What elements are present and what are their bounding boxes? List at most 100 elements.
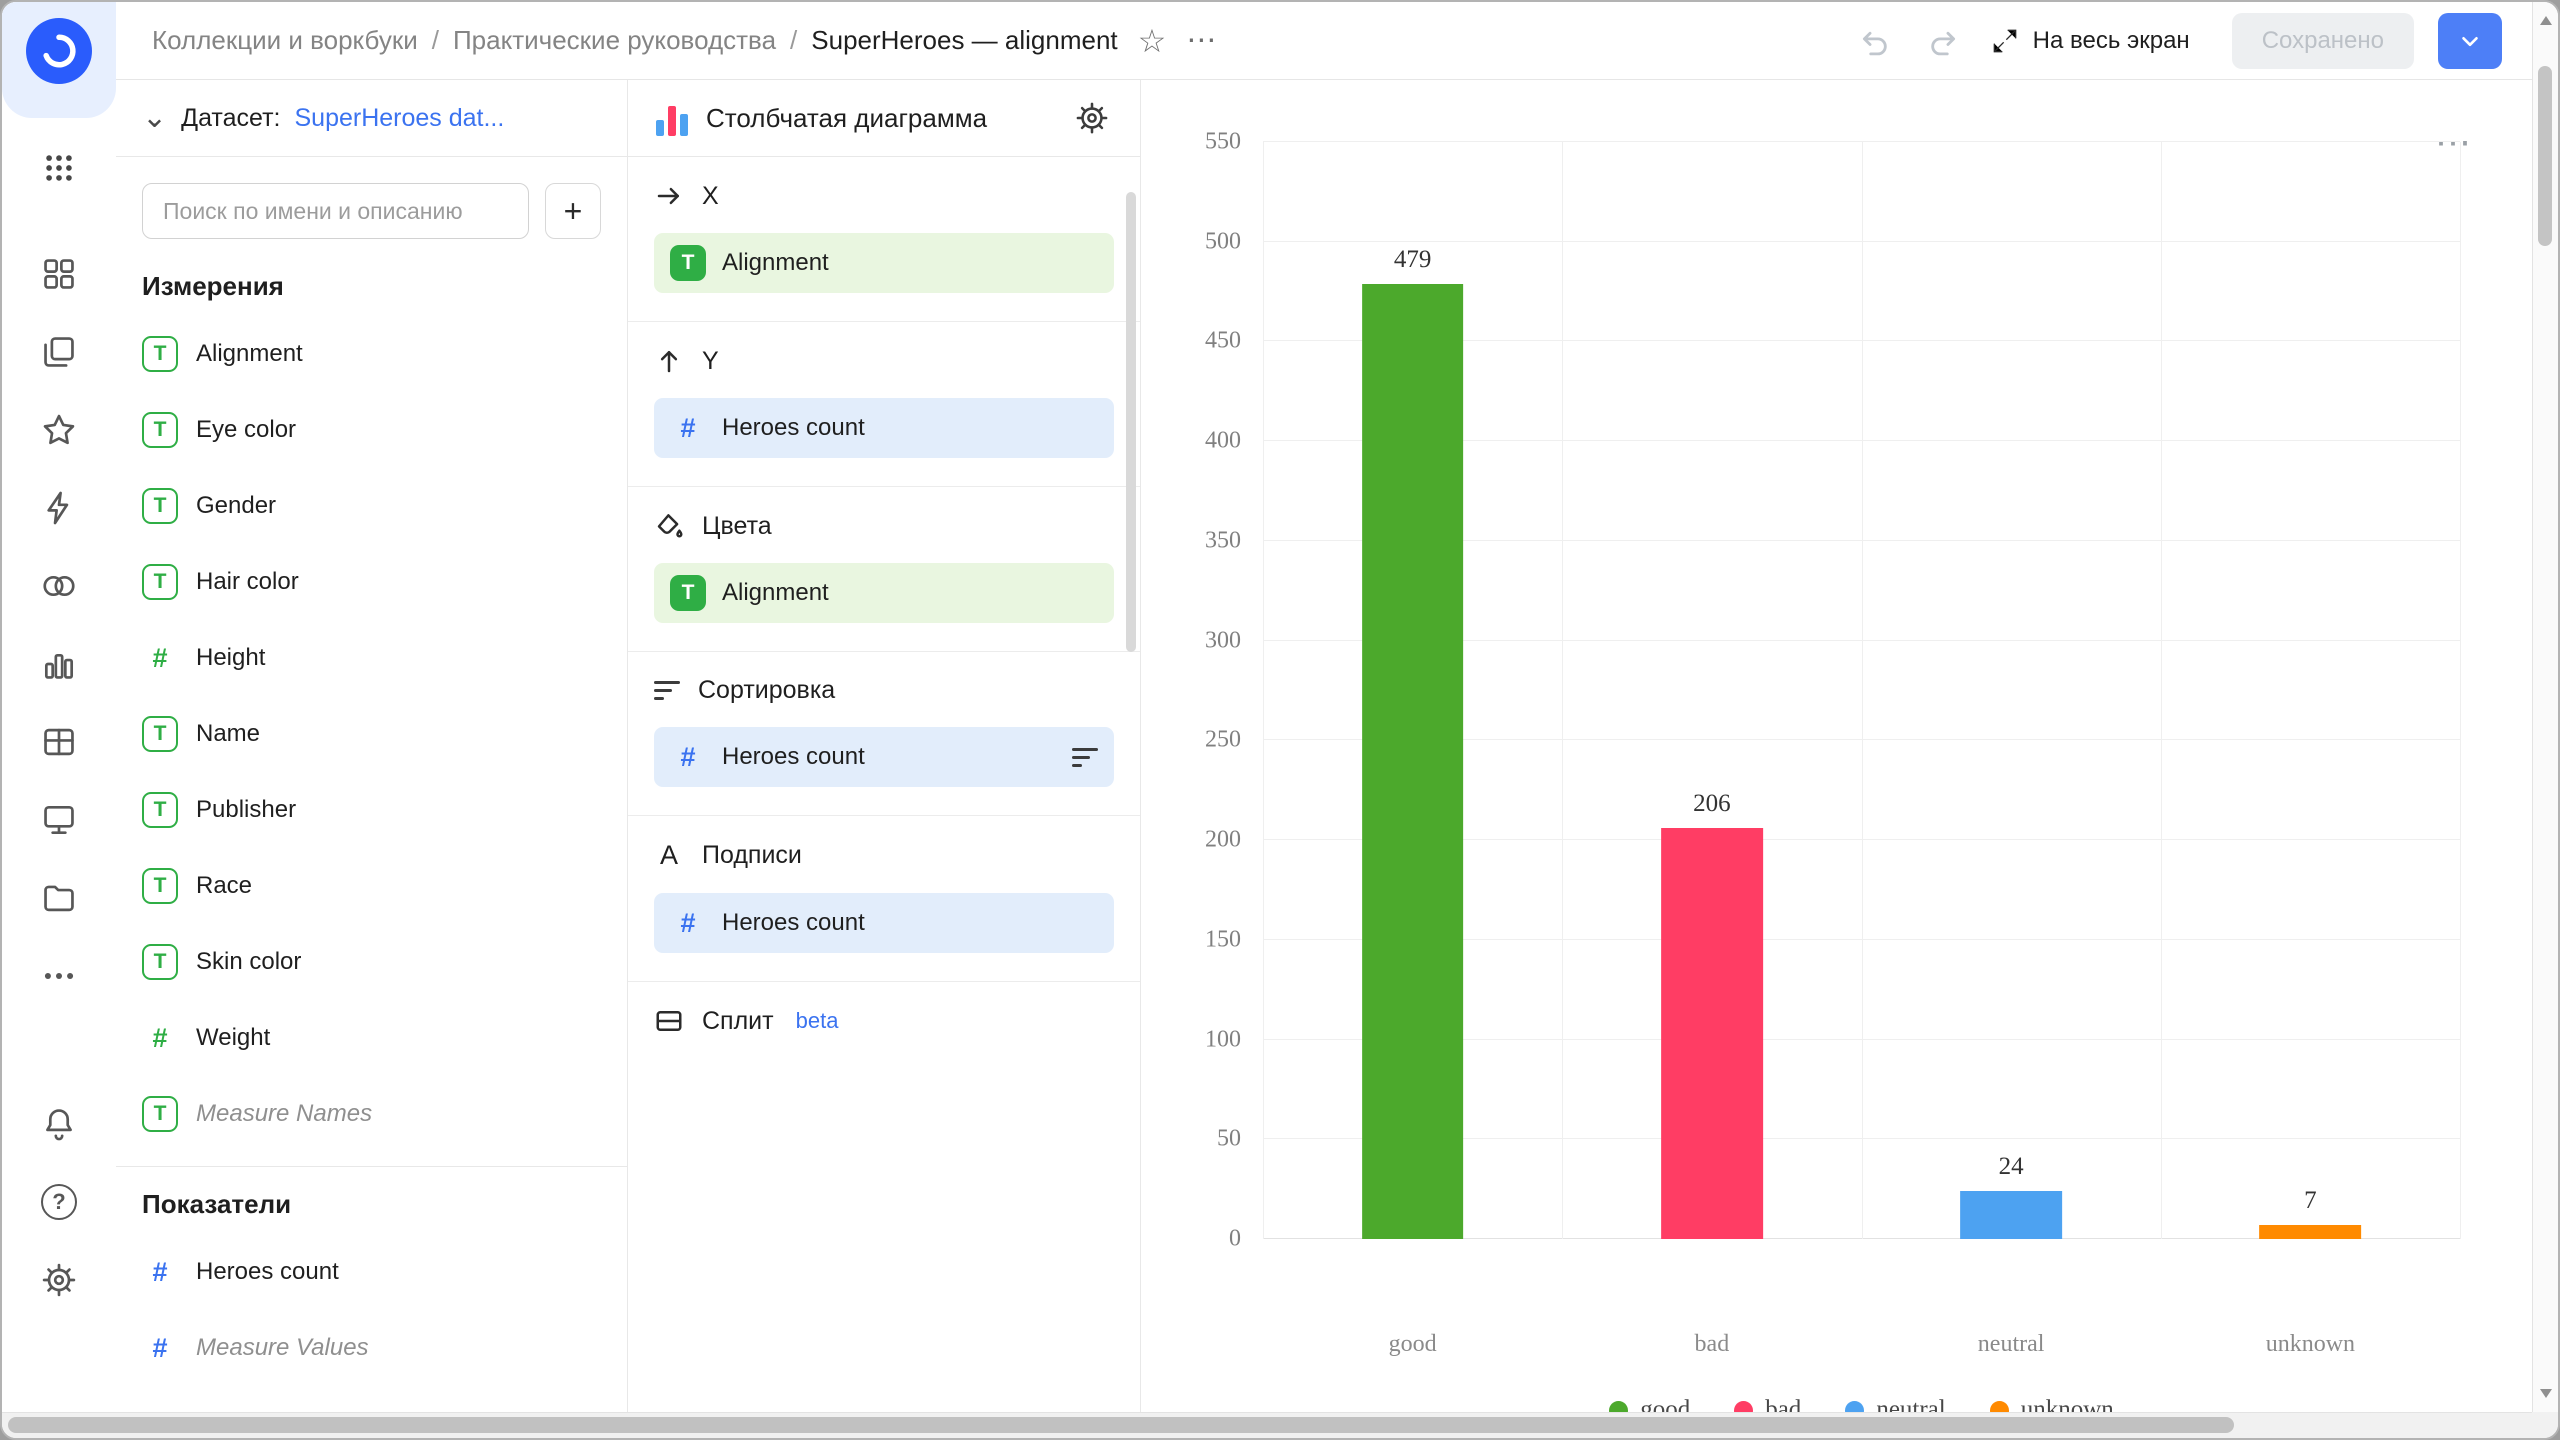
- vertical-scrollbar[interactable]: [2532, 2, 2558, 1412]
- add-field-button[interactable]: +: [545, 183, 601, 239]
- y-tick-label: 300: [1161, 627, 1241, 654]
- paint-bucket-icon: [654, 511, 684, 541]
- legend-label: bad: [1765, 1396, 1801, 1412]
- saved-button[interactable]: Сохранено: [2232, 13, 2414, 69]
- sort-direction-icon[interactable]: [1072, 748, 1098, 767]
- charts-icon[interactable]: [31, 636, 87, 692]
- section-x: X T Alignment: [628, 157, 1140, 321]
- bar-unknown[interactable]: [2260, 1225, 2362, 1239]
- field-height[interactable]: #Height: [116, 620, 627, 696]
- undo-icon[interactable]: [1853, 19, 1897, 63]
- bar-good[interactable]: [1362, 284, 1464, 1239]
- bar-neutral[interactable]: [1960, 1191, 2062, 1239]
- datasets-icon[interactable]: [31, 714, 87, 770]
- collapse-chevron-icon[interactable]: ⌄: [142, 109, 167, 127]
- string-type-icon: T: [142, 868, 178, 904]
- string-type-icon: T: [142, 944, 178, 980]
- more-icon[interactable]: [31, 948, 87, 1004]
- y-tick-label: 250: [1161, 727, 1241, 754]
- scroll-up-arrow-icon[interactable]: [2540, 16, 2552, 25]
- measures-block: Показатели #Heroes count#Measure Values: [116, 1166, 627, 1386]
- x-field-chip[interactable]: T Alignment: [654, 233, 1114, 293]
- legend-item-good[interactable]: good: [1609, 1396, 1690, 1412]
- legend-item-bad[interactable]: bad: [1734, 1396, 1801, 1412]
- storage-icon[interactable]: [31, 870, 87, 926]
- fullscreen-button[interactable]: На весь экран: [1989, 25, 2190, 57]
- legend-label: good: [1640, 1396, 1690, 1412]
- page-title: SuperHeroes — alignment: [811, 25, 1117, 56]
- config-scrollbar-thumb[interactable]: [1126, 192, 1136, 652]
- datalens-logo[interactable]: [26, 18, 92, 84]
- legend-dot-icon: [1609, 1401, 1628, 1413]
- dashboards-icon[interactable]: [31, 246, 87, 302]
- favorites-icon[interactable]: [31, 402, 87, 458]
- legend-dot-icon: [1845, 1401, 1864, 1413]
- string-type-icon: T: [142, 412, 178, 448]
- notifications-icon[interactable]: [31, 1096, 87, 1152]
- measures-title: Показатели: [116, 1183, 627, 1234]
- field-measure-values[interactable]: #Measure Values: [116, 1310, 627, 1386]
- collections-icon[interactable]: [31, 324, 87, 380]
- field-skin-color[interactable]: TSkin color: [116, 924, 627, 1000]
- scroll-down-arrow-icon[interactable]: [2540, 1389, 2552, 1398]
- legend-item-unknown[interactable]: unknown: [1990, 1396, 2114, 1412]
- save-dropdown-button[interactable]: [2438, 13, 2502, 69]
- connections-icon[interactable]: [31, 480, 87, 536]
- chart-type-label[interactable]: Столбчатая диаграмма: [706, 103, 1054, 134]
- field-heroes-count[interactable]: #Heroes count: [116, 1234, 627, 1310]
- labels-field-chip[interactable]: # Heroes count: [654, 893, 1114, 953]
- chart-panel: ⋯ 05010015020025030035040045050055047920…: [1141, 80, 2532, 1412]
- number-type-icon: #: [142, 1333, 178, 1364]
- horizontal-scrollbar-thumb[interactable]: [8, 1417, 2234, 1433]
- fullscreen-label: На весь экран: [2033, 27, 2190, 55]
- field-alignment[interactable]: TAlignment: [116, 316, 627, 392]
- string-type-icon: T: [142, 336, 178, 372]
- field-gender[interactable]: TGender: [116, 468, 627, 544]
- field-label: Hair color: [196, 568, 299, 596]
- page-more-icon[interactable]: ⋯: [1186, 26, 1216, 56]
- vertical-scrollbar-thumb[interactable]: [2538, 66, 2552, 246]
- field-eye-color[interactable]: TEye color: [116, 392, 627, 468]
- redo-icon[interactable]: [1921, 19, 1965, 63]
- breadcrumb-collections[interactable]: Коллекции и воркбуки: [152, 25, 418, 56]
- number-type-icon: #: [670, 908, 706, 939]
- apps-grid-icon[interactable]: [31, 140, 87, 196]
- bar-value-label: 7: [2304, 1187, 2317, 1215]
- y-tick-label: 350: [1161, 527, 1241, 554]
- field-name[interactable]: TName: [116, 696, 627, 772]
- field-race[interactable]: T Race: [116, 848, 627, 924]
- field-hair-color[interactable]: THair color: [116, 544, 627, 620]
- legend-label: neutral: [1876, 1396, 1945, 1412]
- field-label: Race: [196, 872, 252, 900]
- y-field-chip[interactable]: # Heroes count: [654, 398, 1114, 458]
- legend-item-neutral[interactable]: neutral: [1845, 1396, 1945, 1412]
- sort-field-chip[interactable]: # Heroes count: [654, 727, 1114, 787]
- horizontal-scrollbar[interactable]: [2, 1412, 2532, 1438]
- breadcrumb-guides[interactable]: Практические руководства: [453, 25, 776, 56]
- left-rail: ?: [2, 2, 116, 1412]
- chart-settings-gear-icon[interactable]: [1070, 96, 1114, 140]
- field-label: Name: [196, 720, 260, 748]
- field-search-input[interactable]: [142, 183, 529, 239]
- field-label: Publisher: [196, 796, 296, 824]
- section-y: Y # Heroes count: [628, 322, 1140, 486]
- breadcrumb: Коллекции и воркбуки / Практические руко…: [152, 25, 1118, 56]
- number-type-icon: #: [142, 1023, 178, 1054]
- field-publisher[interactable]: TPublisher: [116, 772, 627, 848]
- app-root: ? Коллекции и воркбуки: [2, 2, 2532, 1412]
- monitoring-icon[interactable]: [31, 792, 87, 848]
- section-labels: A Подписи # Heroes count: [628, 816, 1140, 981]
- favorite-star-icon[interactable]: ☆: [1138, 25, 1167, 57]
- dataset-name-link[interactable]: SuperHeroes dat...: [294, 104, 504, 133]
- field-label: Weight: [196, 1024, 270, 1052]
- help-icon[interactable]: ?: [31, 1174, 87, 1230]
- services-icon[interactable]: [31, 558, 87, 614]
- field-weight[interactable]: # Weight: [116, 1000, 627, 1076]
- settings-icon[interactable]: [31, 1252, 87, 1308]
- bar-value-label: 24: [1999, 1153, 2024, 1181]
- field-measure-names[interactable]: TMeasure Names: [116, 1076, 627, 1152]
- bar-bad[interactable]: [1661, 828, 1763, 1239]
- colors-field-label: Alignment: [722, 579, 829, 607]
- rail-bottom-group: ?: [31, 1090, 87, 1412]
- colors-field-chip[interactable]: T Alignment: [654, 563, 1114, 623]
